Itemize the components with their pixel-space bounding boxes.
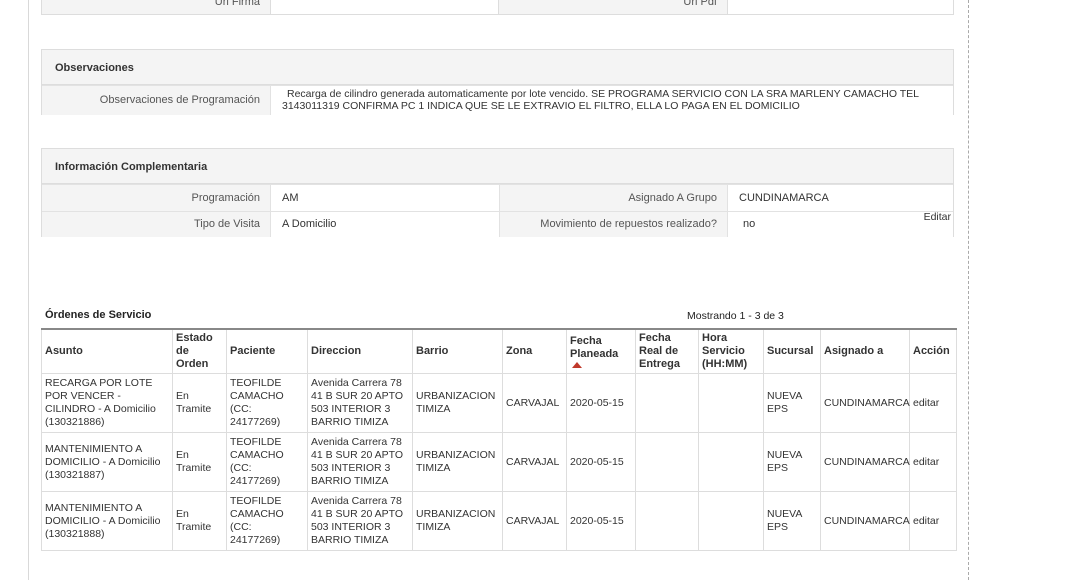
cell-zona: CARVAJAL <box>502 373 567 433</box>
table-row: RECARGA POR LOTE POR VENCER - CILINDRO -… <box>41 373 957 433</box>
col-header-asignado[interactable]: Asignado a <box>820 328 910 374</box>
ordenes-servicio-table: Asunto Estado de Orden Paciente Direccio… <box>41 328 957 551</box>
cell-hora <box>698 491 764 551</box>
editar-orden-link[interactable]: editar <box>913 397 939 409</box>
editar-orden-link[interactable]: editar <box>913 456 939 468</box>
cell-asignado: CUNDINAMARCA <box>820 432 910 492</box>
tipo-visita-value: A Domicilio <box>270 212 499 237</box>
col-header-fecha-planeada[interactable]: Fecha Planeada <box>566 328 636 374</box>
cell-barrio: URBANIZACION TIMIZA <box>412 373 503 433</box>
cell-barrio: URBANIZACION TIMIZA <box>412 432 503 492</box>
cell-accion: editar <box>909 373 957 433</box>
cell-hora <box>698 432 764 492</box>
editar-orden-link[interactable]: editar <box>913 515 939 527</box>
ordenes-servicio-title: Órdenes de Servicio <box>45 309 152 321</box>
col-header-estado[interactable]: Estado de Orden <box>172 328 227 374</box>
page-right-dashed-border <box>968 0 969 580</box>
movimiento-repuestos-cell: no Editar <box>727 211 953 237</box>
table-row: MANTENIMIENTO A DOMICILIO - A Domicilio … <box>41 432 957 492</box>
observaciones-label: Observaciones de Programación <box>42 86 270 115</box>
table-header-row: Asunto Estado de Orden Paciente Direccio… <box>41 328 957 374</box>
cell-asunto: RECARGA POR LOTE POR VENCER - CILINDRO -… <box>41 373 173 433</box>
cell-paciente: TEOFILDE CAMACHO (CC: 24177269) <box>226 432 308 492</box>
url-pdf-field[interactable] <box>727 0 953 14</box>
info-row-programacion: Programación AM Asignado A Grupo CUNDINA… <box>42 184 953 211</box>
col-header-direccion[interactable]: Direccion <box>307 328 413 374</box>
cell-estado: En Tramite <box>172 491 227 551</box>
cell-sucursal: NUEVA EPS <box>763 491 821 551</box>
col-header-accion: Acción <box>909 328 957 374</box>
info-row-tipo-visita: Tipo de Visita A Domicilio Movimiento de… <box>42 211 953 237</box>
cell-fecha-planeada: 2020-05-15 <box>566 373 636 433</box>
signature-urls-row: Url Firma Url Pdf <box>41 0 954 15</box>
programacion-label: Programación <box>42 185 270 211</box>
observaciones-value: Recarga de cilindro generada automaticam… <box>270 86 953 115</box>
cell-direccion: Avenida Carrera 78 41 B SUR 20 APTO 503 … <box>307 491 413 551</box>
col-header-zona[interactable]: Zona <box>502 328 567 374</box>
url-pdf-label: Url Pdf <box>499 0 727 14</box>
cell-fecha-planeada: 2020-05-15 <box>566 491 636 551</box>
cell-estado: En Tramite <box>172 373 227 433</box>
cell-hora <box>698 373 764 433</box>
cell-zona: CARVAJAL <box>502 432 567 492</box>
page-left-border <box>28 0 29 580</box>
col-header-sucursal[interactable]: Sucursal <box>763 328 821 374</box>
url-firma-field[interactable] <box>270 0 499 14</box>
url-firma-label: Url Firma <box>42 0 270 14</box>
cell-paciente: TEOFILDE CAMACHO (CC: 24177269) <box>226 373 308 433</box>
observaciones-panel: Observaciones Observaciones de Programac… <box>41 49 954 115</box>
asignado-grupo-label: Asignado A Grupo <box>499 185 727 211</box>
cell-paciente: TEOFILDE CAMACHO (CC: 24177269) <box>226 491 308 551</box>
cell-direccion: Avenida Carrera 78 41 B SUR 20 APTO 503 … <box>307 432 413 492</box>
cell-asignado: CUNDINAMARCA <box>820 373 910 433</box>
cell-asignado: CUNDINAMARCA <box>820 491 910 551</box>
col-header-fecha-real[interactable]: Fecha Real de Entrega <box>635 328 699 374</box>
col-header-asunto[interactable]: Asunto <box>41 328 173 374</box>
cell-fecha-real <box>635 491 699 551</box>
programacion-value: AM <box>270 185 499 211</box>
movimiento-repuestos-label: Movimiento de repuestos realizado? <box>499 212 727 237</box>
observaciones-row: Observaciones de Programación Recarga de… <box>42 85 953 115</box>
sort-ascending-icon <box>572 362 582 368</box>
cell-sucursal: NUEVA EPS <box>763 432 821 492</box>
cell-asunto: MANTENIMIENTO A DOMICILIO - A Domicilio … <box>41 491 173 551</box>
col-header-hora-servicio[interactable]: Hora Servicio (HH:MM) <box>698 328 764 374</box>
editar-link[interactable]: Editar <box>924 205 951 230</box>
cell-barrio: URBANIZACION TIMIZA <box>412 491 503 551</box>
cell-accion: editar <box>909 432 957 492</box>
movimiento-repuestos-value: no <box>743 218 756 230</box>
tipo-visita-label: Tipo de Visita <box>42 212 270 237</box>
observaciones-title: Observaciones <box>42 50 953 85</box>
cell-estado: En Tramite <box>172 432 227 492</box>
cell-direccion: Avenida Carrera 78 41 B SUR 20 APTO 503 … <box>307 373 413 433</box>
fecha-planeada-header-label: Fecha Planeada <box>570 335 619 360</box>
cell-accion: editar <box>909 491 957 551</box>
ordenes-count: Mostrando 1 - 3 de 3 <box>687 310 784 322</box>
col-header-barrio[interactable]: Barrio <box>412 328 503 374</box>
cell-fecha-real <box>635 373 699 433</box>
cell-zona: CARVAJAL <box>502 491 567 551</box>
info-complementaria-title: Información Complementaria <box>42 149 953 184</box>
cell-asunto: MANTENIMIENTO A DOMICILIO - A Domicilio … <box>41 432 173 492</box>
asignado-grupo-value: CUNDINAMARCA <box>727 185 953 211</box>
cell-sucursal: NUEVA EPS <box>763 373 821 433</box>
info-complementaria-panel: Información Complementaria Programación … <box>41 148 954 237</box>
cell-fecha-planeada: 2020-05-15 <box>566 432 636 492</box>
col-header-paciente[interactable]: Paciente <box>226 328 308 374</box>
table-row: MANTENIMIENTO A DOMICILIO - A Domicilio … <box>41 491 957 551</box>
cell-fecha-real <box>635 432 699 492</box>
